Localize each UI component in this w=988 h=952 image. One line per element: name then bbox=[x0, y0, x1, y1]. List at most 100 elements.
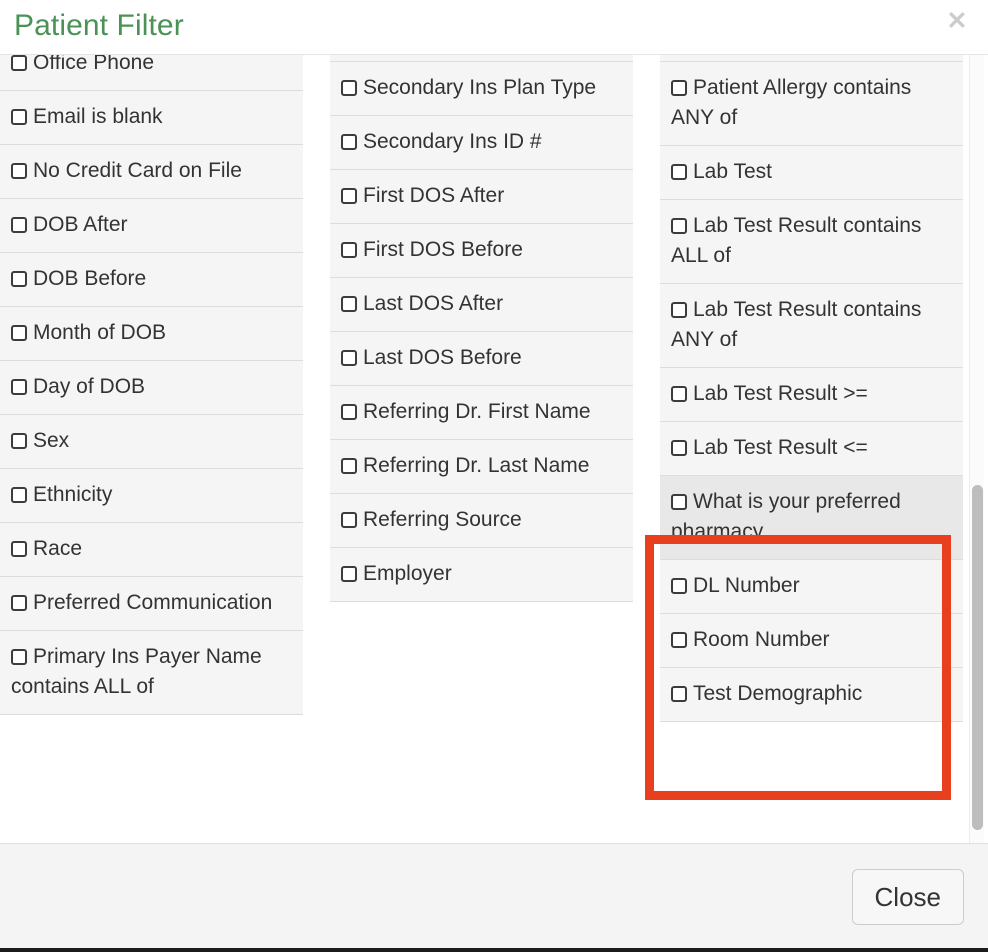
checkbox-icon[interactable] bbox=[671, 164, 687, 180]
filter-item[interactable]: Employer bbox=[330, 548, 633, 602]
filter-item[interactable]: Day of DOB bbox=[0, 361, 303, 415]
filter-list-1: Office Phone Email is blank No Credit Ca… bbox=[0, 55, 303, 715]
filter-item-label: Patient Allergy contains ANY of bbox=[671, 76, 912, 129]
page-title: Patient Filter bbox=[14, 9, 184, 42]
filter-item[interactable]: First DOS Before bbox=[330, 224, 633, 278]
filter-item-label: Day of DOB bbox=[33, 375, 146, 398]
window-bottom-edge bbox=[0, 948, 988, 952]
checkbox-icon[interactable] bbox=[11, 109, 27, 125]
checkbox-icon[interactable] bbox=[671, 386, 687, 402]
filter-columns: Office Phone Email is blank No Credit Ca… bbox=[0, 55, 963, 722]
checkbox-icon[interactable] bbox=[11, 595, 27, 611]
checkbox-icon[interactable] bbox=[341, 242, 357, 258]
filter-item[interactable]: Email is blank bbox=[0, 91, 303, 145]
checkbox-icon[interactable] bbox=[11, 379, 27, 395]
filter-item-label: First DOS After bbox=[363, 184, 505, 207]
filter-item[interactable]: Referring Dr. First Name bbox=[330, 386, 633, 440]
vertical-scrollbar[interactable] bbox=[969, 55, 984, 843]
filter-item[interactable]: Lab Test Result <= bbox=[660, 422, 963, 476]
filter-item[interactable]: Test Demographic bbox=[660, 668, 963, 722]
checkbox-icon[interactable] bbox=[11, 217, 27, 233]
checkbox-icon[interactable] bbox=[671, 80, 687, 96]
checkbox-icon[interactable] bbox=[671, 632, 687, 648]
checkbox-icon[interactable] bbox=[11, 649, 27, 665]
filter-item-label: DOB Before bbox=[33, 267, 147, 290]
checkbox-icon[interactable] bbox=[341, 566, 357, 582]
filter-item-label: Race bbox=[33, 537, 83, 560]
checkbox-icon[interactable] bbox=[671, 686, 687, 702]
checkbox-icon[interactable] bbox=[11, 55, 27, 71]
checkbox-icon[interactable] bbox=[341, 350, 357, 366]
checkbox-icon[interactable] bbox=[671, 494, 687, 510]
close-button[interactable]: Close bbox=[851, 869, 964, 925]
filter-item[interactable]: Patient Allergy contains ANY of bbox=[660, 62, 963, 146]
checkbox-icon[interactable] bbox=[341, 188, 357, 204]
filter-item-label: Ethnicity bbox=[33, 483, 113, 506]
checkbox-icon[interactable] bbox=[671, 302, 687, 318]
filter-item-label: DL Number bbox=[693, 574, 800, 597]
filter-item[interactable]: Sex bbox=[0, 415, 303, 469]
filter-column-3: Patient Allergy contains ALL of Patient … bbox=[660, 55, 963, 722]
filter-item-label: Primary Ins Payer Name contains ALL of bbox=[11, 645, 262, 698]
filter-item-label: No Credit Card on File bbox=[33, 159, 242, 182]
filter-item[interactable]: Lab Test Result contains ANY of bbox=[660, 284, 963, 368]
filter-item-label: Last DOS Before bbox=[363, 346, 522, 369]
checkbox-icon[interactable] bbox=[11, 487, 27, 503]
clipped-row-top-2[interactable]: Secondary Ins Plan Name contains ANY of bbox=[330, 55, 633, 62]
checkbox-icon[interactable] bbox=[671, 440, 687, 456]
filter-item[interactable]: Last DOS After bbox=[330, 278, 633, 332]
filter-item[interactable]: Room Number bbox=[660, 614, 963, 668]
filter-item-label: Sex bbox=[33, 429, 70, 452]
filter-item[interactable]: First DOS After bbox=[330, 170, 633, 224]
filter-item-label: Referring Dr. Last Name bbox=[363, 454, 590, 477]
filter-item[interactable]: DOB After bbox=[0, 199, 303, 253]
filter-item[interactable]: Office Phone bbox=[0, 55, 303, 91]
checkbox-icon[interactable] bbox=[11, 325, 27, 341]
clipped-row-top-3[interactable]: Patient Allergy contains ALL of bbox=[660, 55, 963, 62]
filter-item[interactable]: No Credit Card on File bbox=[0, 145, 303, 199]
checkbox-icon[interactable] bbox=[341, 80, 357, 96]
checkbox-icon[interactable] bbox=[11, 271, 27, 287]
filter-item[interactable]: DOB Before bbox=[0, 253, 303, 307]
filter-item[interactable]: Secondary Ins Plan Type bbox=[330, 62, 633, 116]
checkbox-icon[interactable] bbox=[341, 458, 357, 474]
filter-scroll-area[interactable]: Office Phone Email is blank No Credit Ca… bbox=[0, 55, 988, 843]
filter-item[interactable]: Last DOS Before bbox=[330, 332, 633, 386]
modal-footer: Close bbox=[0, 843, 988, 948]
filter-item[interactable]: What is your preferred pharmacy bbox=[660, 476, 963, 560]
checkbox-icon[interactable] bbox=[341, 404, 357, 420]
scrollbar-thumb[interactable] bbox=[972, 485, 983, 830]
checkbox-icon[interactable] bbox=[671, 578, 687, 594]
checkbox-icon[interactable] bbox=[11, 163, 27, 179]
checkbox-icon[interactable] bbox=[341, 296, 357, 312]
filter-item[interactable]: Secondary Ins ID # bbox=[330, 116, 633, 170]
checkbox-icon[interactable] bbox=[11, 541, 27, 557]
checkbox-icon[interactable] bbox=[671, 218, 687, 234]
filter-item[interactable]: Race bbox=[0, 523, 303, 577]
filter-item-label: Lab Test Result >= bbox=[693, 382, 868, 405]
filter-item-label: What is your preferred pharmacy bbox=[671, 490, 901, 543]
filter-item[interactable]: Referring Dr. Last Name bbox=[330, 440, 633, 494]
filter-item[interactable]: Month of DOB bbox=[0, 307, 303, 361]
close-x-icon[interactable]: ✕ bbox=[944, 8, 970, 34]
filter-item-label: Preferred Communication bbox=[33, 591, 273, 614]
filter-item[interactable]: Preferred Communication bbox=[0, 577, 303, 631]
checkbox-icon[interactable] bbox=[341, 512, 357, 528]
filter-item-label: First DOS Before bbox=[363, 238, 523, 261]
modal-header: Patient Filter ✕ bbox=[0, 0, 988, 55]
filter-item[interactable]: DL Number bbox=[660, 560, 963, 614]
filter-item[interactable]: Referring Source bbox=[330, 494, 633, 548]
filter-item-label: Secondary Ins ID # bbox=[363, 130, 542, 153]
checkbox-icon[interactable] bbox=[341, 134, 357, 150]
filter-column-2: Secondary Ins Plan Name contains ANY of … bbox=[330, 55, 633, 602]
filter-item[interactable]: Lab Test Result >= bbox=[660, 368, 963, 422]
filter-item-label: Month of DOB bbox=[33, 321, 167, 344]
filter-item[interactable]: Lab Test bbox=[660, 146, 963, 200]
filter-item[interactable]: Ethnicity bbox=[0, 469, 303, 523]
filter-item[interactable]: Lab Test Result contains ALL of bbox=[660, 200, 963, 284]
filter-item[interactable]: Primary Ins Payer Name contains ALL of bbox=[0, 631, 303, 715]
filter-item-label: Office Phone bbox=[33, 55, 155, 74]
filter-item-label: Secondary Ins Plan Type bbox=[363, 76, 597, 99]
filter-column-1: Office Phone Email is blank No Credit Ca… bbox=[0, 55, 303, 715]
checkbox-icon[interactable] bbox=[11, 433, 27, 449]
